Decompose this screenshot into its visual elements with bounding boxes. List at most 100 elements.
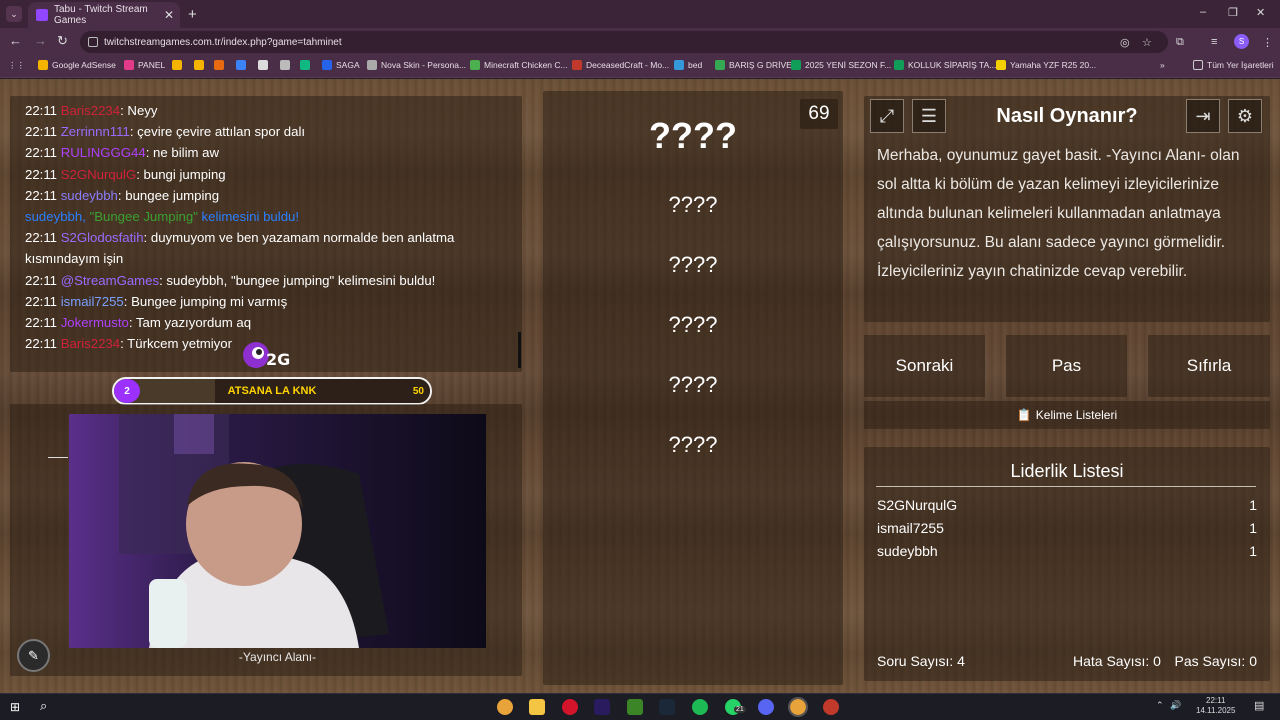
- spotify-icon[interactable]: [692, 699, 708, 715]
- chat-username[interactable]: @StreamGames: [61, 273, 159, 288]
- discord-icon[interactable]: [758, 699, 774, 715]
- minimize-icon[interactable]: –: [1200, 6, 1206, 18]
- chat-text: : Bungee jumping mi varmış: [123, 293, 288, 309]
- chat-time: 22:11: [25, 293, 58, 309]
- tab-close-icon[interactable]: ✕: [164, 8, 174, 22]
- bookmark-item[interactable]: DeceasedCraft - Mo...: [572, 60, 669, 70]
- player-score: 1: [1249, 497, 1257, 513]
- back-icon[interactable]: ←: [9, 33, 22, 48]
- bookmark-item[interactable]: Minecraft Chicken C...: [470, 60, 568, 70]
- tab-active[interactable]: Tabu - Twitch Stream Games ✕: [28, 2, 180, 28]
- profile-avatar[interactable]: S: [1234, 34, 1249, 49]
- reset-button[interactable]: Sıfırla: [1148, 335, 1270, 397]
- chat-message: 22:11 Zerrinnn111: çevire çevire attılan…: [25, 121, 507, 142]
- chat-username[interactable]: ismail7255: [61, 294, 124, 309]
- chat-username[interactable]: Baris2234: [61, 336, 120, 351]
- address-bar[interactable]: twitchstreamgames.com.tr/index.php?game=…: [80, 31, 1168, 53]
- bookmark-icon[interactable]: [172, 60, 186, 70]
- pass-button[interactable]: Pas: [1006, 335, 1127, 397]
- volume-icon[interactable]: 🔊: [1170, 700, 1181, 711]
- premiere-icon[interactable]: [594, 699, 610, 715]
- taskbar: ⊞ ⌕ 21 ⌃ 🔊 22:11 14.11.2025 ▤: [0, 693, 1280, 720]
- leaderboard-title: Liderlik Listesi: [1010, 461, 1124, 481]
- new-tab-icon[interactable]: +: [188, 6, 197, 23]
- chat-log: 22:11 Baris2234: Neyy 22:11 Zerrinnn111: …: [10, 96, 522, 372]
- tab-title: Tabu - Twitch Stream Games: [54, 4, 148, 26]
- settings-gear-icon[interactable]: ⚙: [1228, 99, 1262, 133]
- error-count: Hata Sayısı: 0: [1073, 653, 1161, 669]
- word-lists-button[interactable]: 📋 Kelime Listeleri: [864, 401, 1270, 429]
- chrome-icon[interactable]: [497, 699, 513, 715]
- close-window-icon[interactable]: ✕: [1256, 6, 1265, 19]
- eye-off-icon[interactable]: ◎: [1120, 36, 1130, 49]
- s2g-logo-icon: 2G: [243, 342, 290, 369]
- apps-icon[interactable]: ⋮⋮: [8, 60, 25, 71]
- chat-username[interactable]: S2Glodosfatih: [61, 230, 144, 245]
- bookmark-item[interactable]: 2025 YENİ SEZON F...: [791, 60, 891, 70]
- bookmark-icon[interactable]: [236, 60, 250, 70]
- reading-list-icon[interactable]: ≡: [1211, 36, 1217, 48]
- clock-date: 14.11.2025: [1196, 706, 1236, 715]
- chat-username[interactable]: RULINGGG44: [61, 145, 146, 160]
- bookmark-item[interactable]: bed: [674, 60, 702, 70]
- chat-message: 22:11 S2Glodosfatih: duymuyom ve ben yaz…: [25, 227, 507, 269]
- pencil-button[interactable]: ✎: [17, 639, 50, 672]
- player-name: S2GNurqulG: [877, 497, 958, 513]
- opera-icon[interactable]: [562, 699, 578, 715]
- system-clock[interactable]: 22:11 14.11.2025: [1196, 696, 1235, 716]
- bookmark-icon[interactable]: [194, 60, 208, 70]
- chat-text: : çevire çevire attılan spor dalı: [129, 124, 306, 140]
- forward-icon[interactable]: →: [34, 33, 47, 48]
- obs-icon[interactable]: [823, 699, 839, 715]
- chat-username[interactable]: sudeybbh: [61, 188, 118, 203]
- file-explorer-icon[interactable]: [529, 699, 545, 715]
- bookmark-item[interactable]: SAGA: [322, 60, 360, 70]
- chat-text: : Neyy: [120, 103, 158, 118]
- tab-search-icon[interactable]: ⌄: [6, 6, 22, 22]
- minecraft-icon[interactable]: [627, 699, 643, 715]
- chat-message: 22:11 Baris2234: Neyy: [25, 100, 507, 121]
- extensions-icon[interactable]: ⧉: [1176, 36, 1184, 49]
- game-page: 22:11 Baris2234: Neyy 22:11 Zerrinnn111: …: [0, 79, 1280, 693]
- bookmark-icon[interactable]: [258, 60, 272, 70]
- search-icon[interactable]: ⌕: [40, 698, 47, 714]
- chat-username[interactable]: Zerrinnn111: [61, 124, 130, 139]
- chat-time: 22:11: [25, 145, 58, 161]
- steam-icon[interactable]: [659, 699, 675, 715]
- exit-icon[interactable]: ⇥: [1186, 99, 1220, 133]
- tray-chevron-icon[interactable]: ⌃: [1156, 700, 1164, 711]
- all-bookmarks-folder[interactable]: Tüm Yer İşaretleri: [1193, 60, 1274, 70]
- windows-start-icon[interactable]: ⊞: [10, 700, 20, 714]
- chat-username[interactable]: Baris2234: [61, 103, 120, 118]
- chrome-active-icon[interactable]: [788, 697, 808, 717]
- bookmark-item[interactable]: KOLLUK SİPARİŞ TA...: [894, 60, 996, 70]
- next-button[interactable]: Sonraki: [864, 335, 985, 397]
- bookmark-item[interactable]: Nova Skin - Persona...: [367, 60, 466, 70]
- twitch-favicon-icon: [36, 9, 48, 21]
- forbidden-word: ????: [668, 372, 718, 397]
- reload-icon[interactable]: ↻: [57, 33, 68, 49]
- bookmark-item[interactable]: Yamaha YZF R25 20...: [996, 60, 1096, 70]
- bookmark-item[interactable]: Google AdSense: [38, 60, 116, 70]
- bookmark-icon[interactable]: [280, 60, 294, 70]
- leaderboard-row: S2GNurqulG 1: [877, 497, 1257, 513]
- notification-badge: 21: [734, 706, 746, 713]
- menu-icon[interactable]: ⋮: [1262, 36, 1273, 49]
- progress-bar: ATSANA LA KNK 2 50: [112, 377, 432, 405]
- bookmark-star-icon[interactable]: ☆: [1142, 36, 1152, 49]
- bookmark-icon[interactable]: [300, 60, 314, 70]
- bookmark-item[interactable]: PANEL: [124, 60, 165, 70]
- site-info-icon[interactable]: [88, 37, 98, 47]
- chat-scrollbar[interactable]: [518, 332, 521, 368]
- chat-text: : Türkcem yetmiyor: [120, 336, 232, 352]
- bookmarks-overflow-icon[interactable]: »: [1160, 60, 1165, 70]
- chat-quote: "Bungee Jumping": [89, 209, 198, 225]
- bookmark-icon[interactable]: [214, 60, 228, 70]
- notifications-icon[interactable]: ▤: [1254, 699, 1264, 712]
- bookmark-item[interactable]: BARIŞ G DRİVE: [715, 60, 792, 70]
- chat-time: 22:11: [25, 187, 58, 203]
- chat-username[interactable]: S2GNurqulG: [61, 167, 137, 182]
- chat-username[interactable]: Jokermusto: [61, 315, 129, 330]
- chat-text: : ne bilim aw: [145, 145, 220, 161]
- restore-icon[interactable]: ❐: [1228, 6, 1238, 19]
